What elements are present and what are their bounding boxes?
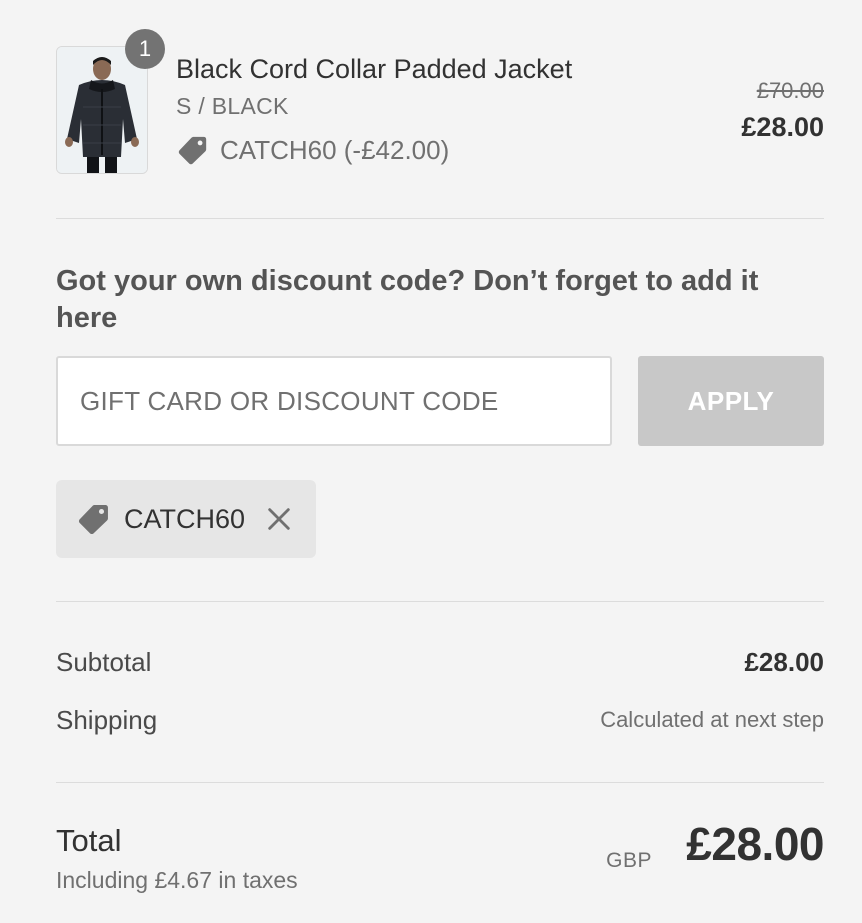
product-variant: S / BLACK — [176, 93, 289, 119]
subtotal-value: £28.00 — [744, 647, 824, 677]
shipping-value: Calculated at next step — [600, 707, 824, 732]
subtotal-label: Subtotal — [56, 647, 152, 677]
product-discount-label: CATCH60 (-£42.00) — [220, 134, 450, 165]
line-item-price: £28.00 — [741, 112, 824, 142]
discount-section: Got your own discount code? Don’t forget… — [56, 219, 824, 601]
order-summary: 1 Black Cord Collar Padded Jacket S / BL… — [56, 0, 824, 923]
product-title: Black Cord Collar Padded Jacket — [176, 54, 573, 84]
original-price: £70.00 — [756, 78, 824, 103]
quantity-badge: 1 — [125, 29, 165, 69]
line-item: 1 Black Cord Collar Padded Jacket S / BL… — [56, 0, 824, 218]
discount-code-input[interactable] — [56, 356, 612, 446]
price-summary: Subtotal £28.00 Shipping Calculated at n… — [56, 602, 824, 782]
discount-heading: Got your own discount code? Don’t forget… — [56, 265, 759, 334]
applied-discount-code: CATCH60 — [124, 503, 246, 534]
taxes-note: Including £4.67 in taxes — [56, 867, 298, 893]
tag-icon — [78, 505, 108, 535]
close-icon[interactable] — [265, 505, 293, 533]
product-thumbnail: 1 — [56, 29, 165, 174]
total-amount: £28.00 — [686, 818, 824, 870]
apply-button[interactable]: APPLY — [638, 356, 824, 446]
applied-discount-chip: CATCH60 — [56, 480, 316, 558]
tag-icon — [178, 136, 207, 165]
total-section: Total Including £4.67 in taxes GBP £28.0… — [56, 783, 824, 923]
product-discount: CATCH60 (-£42.00) — [176, 133, 449, 167]
currency-code: GBP — [606, 849, 652, 872]
total-label: Total — [56, 823, 122, 858]
shipping-label: Shipping — [56, 705, 158, 735]
